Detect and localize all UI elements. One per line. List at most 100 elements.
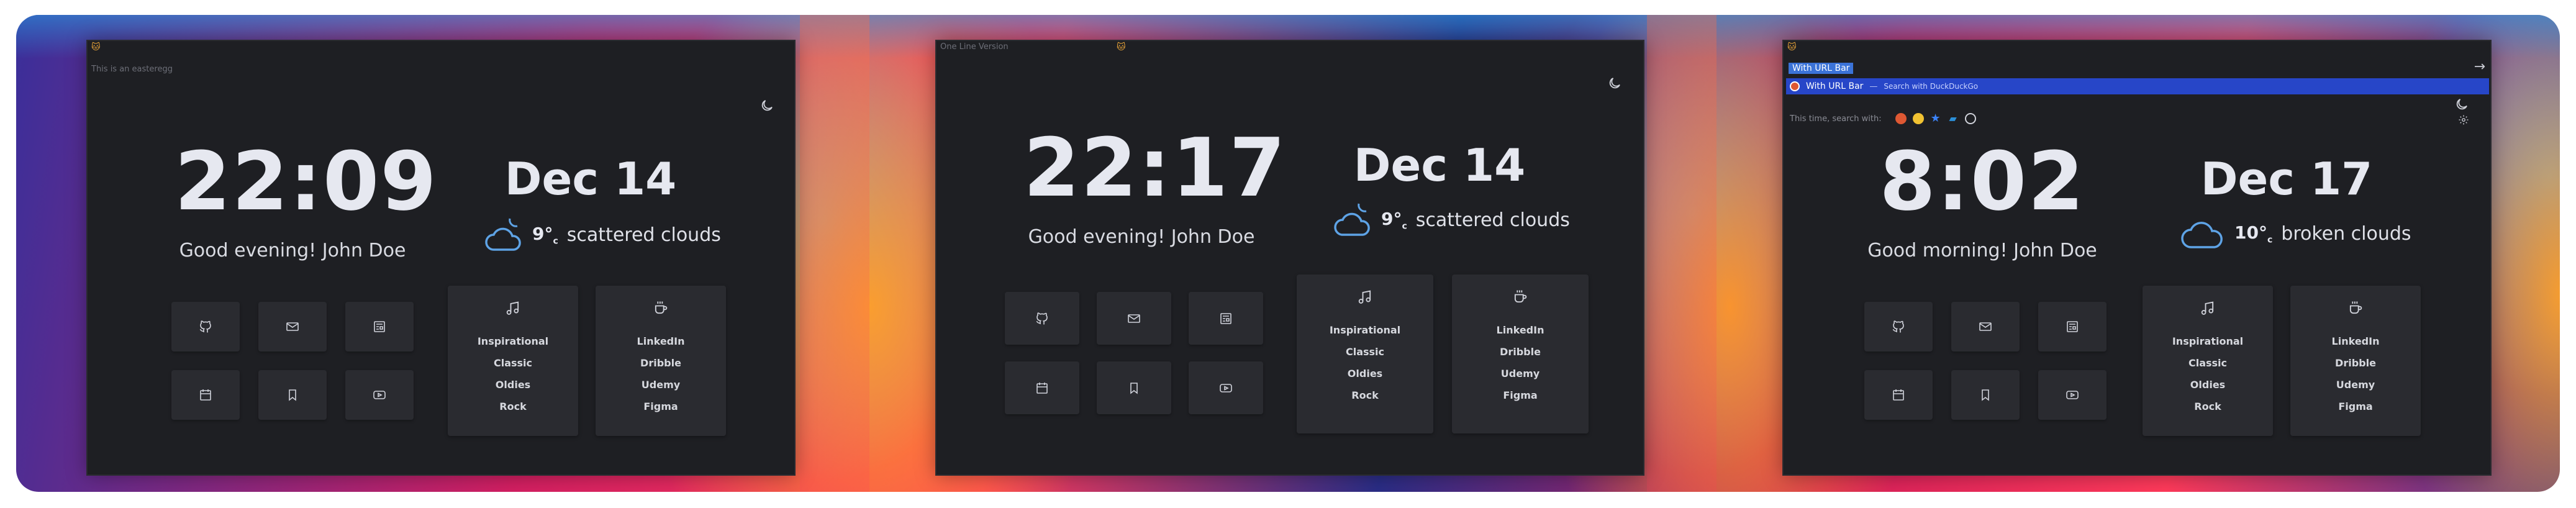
music-link-oldies[interactable]: Oldies xyxy=(2190,374,2225,396)
music-link-classic[interactable]: Classic xyxy=(1346,341,1384,363)
music-link-oldies[interactable]: Oldies xyxy=(1348,363,1382,384)
music-card[interactable]: Inspirational Classic Oldies Rock xyxy=(2143,286,2273,436)
greeting-text: Good morning! John Doe xyxy=(1867,240,2097,261)
shortcut-news[interactable] xyxy=(1189,292,1263,345)
cloud-icon xyxy=(2181,222,2223,248)
greeting-text: Good evening! John Doe xyxy=(1028,226,1255,248)
weather-description: scattered clouds xyxy=(566,224,721,246)
music-note-icon xyxy=(506,301,519,315)
music-link-rock[interactable]: Rock xyxy=(1351,384,1378,406)
link-dribble[interactable]: Dribble xyxy=(1500,341,1541,363)
github-icon xyxy=(1892,320,1904,333)
gear-icon[interactable] xyxy=(2458,114,2469,125)
coffee-cup-icon xyxy=(2349,301,2362,314)
music-link-inspirational[interactable]: Inspirational xyxy=(2172,330,2243,352)
youtube-icon xyxy=(373,391,386,399)
star-icon[interactable]: ★ xyxy=(1930,113,1941,124)
newtab-panel-2: One Line Version 🐱 22:17 Good evening! J… xyxy=(935,40,1644,476)
moon-icon[interactable] xyxy=(1607,76,1622,91)
cloud-moon-icon xyxy=(485,218,521,251)
shortcut-calendar[interactable] xyxy=(1005,361,1079,414)
shortcut-news[interactable] xyxy=(2038,302,2107,352)
link-dribble[interactable]: Dribble xyxy=(640,352,681,374)
shortcut-news[interactable] xyxy=(345,302,414,352)
shortcut-github[interactable] xyxy=(1864,302,1933,352)
music-note-icon xyxy=(1358,290,1371,304)
history-icon[interactable] xyxy=(1964,113,1976,124)
link-udemy[interactable]: Udemy xyxy=(1501,363,1540,384)
temperature: 9°c xyxy=(532,223,558,247)
music-link-inspirational[interactable]: Inspirational xyxy=(478,330,548,352)
link-linkedin[interactable]: LinkedIn xyxy=(637,330,685,352)
clock-time: 22:09 xyxy=(175,134,438,229)
music-card[interactable]: Inspirational Classic Oldies Rock xyxy=(1297,274,1433,433)
date-text: Dec 14 xyxy=(504,153,677,205)
link-figma[interactable]: Figma xyxy=(643,396,678,417)
music-link-classic[interactable]: Classic xyxy=(494,352,532,374)
google-icon[interactable] xyxy=(1912,113,1924,124)
shortcut-calendar[interactable] xyxy=(1864,370,1933,420)
link-linkedin[interactable]: LinkedIn xyxy=(2332,330,2380,352)
shortcut-github[interactable] xyxy=(171,302,240,352)
moon-icon[interactable] xyxy=(2454,97,2469,112)
shortcut-mail[interactable] xyxy=(258,302,327,352)
link-dribble[interactable]: Dribble xyxy=(2335,352,2376,374)
youtube-icon xyxy=(2066,391,2079,399)
calendar-icon xyxy=(1036,382,1048,394)
shortcut-mail[interactable] xyxy=(1951,302,2020,352)
music-link-oldies[interactable]: Oldies xyxy=(496,374,530,396)
link-figma[interactable]: Figma xyxy=(2338,396,2372,417)
bookmark-icon xyxy=(1982,389,1989,401)
shortcut-calendar[interactable] xyxy=(171,370,240,420)
youtube-icon xyxy=(1220,383,1232,392)
music-link-rock[interactable]: Rock xyxy=(2194,396,2221,417)
arrow-right-icon[interactable]: → xyxy=(2474,59,2485,75)
bookmark-icon[interactable]: ▰ xyxy=(1948,113,1959,124)
shortcut-youtube[interactable] xyxy=(345,370,414,420)
shortcut-mail[interactable] xyxy=(1097,292,1171,345)
suggestion-query: With URL Bar xyxy=(1806,81,1864,91)
clock-time: 22:17 xyxy=(1023,120,1287,215)
suggestion-separator: — xyxy=(1869,81,1878,91)
greeting-text: Good evening! John Doe xyxy=(179,240,406,261)
shortcut-youtube[interactable] xyxy=(2038,370,2107,420)
shortcut-bookmark[interactable] xyxy=(258,370,327,420)
music-link-inspirational[interactable]: Inspirational xyxy=(1330,319,1400,341)
links-card[interactable]: LinkedIn Dribble Udemy Figma xyxy=(1452,274,1589,433)
date-text: Dec 14 xyxy=(1353,139,1526,191)
one-line-placeholder: One Line Version xyxy=(940,42,1009,52)
moon-icon[interactable] xyxy=(760,98,774,113)
url-search-bar[interactable]: With URL Bar → xyxy=(1786,59,2489,77)
link-udemy[interactable]: Udemy xyxy=(642,374,680,396)
github-icon xyxy=(1036,312,1048,324)
github-icon xyxy=(199,320,211,333)
clock-time: 8:02 xyxy=(1879,134,2085,229)
date-text: Dec 17 xyxy=(2200,153,2373,205)
links-card[interactable]: LinkedIn Dribble Udemy Figma xyxy=(596,286,726,436)
weather-widget: 9°c scattered clouds xyxy=(485,216,721,253)
link-figma[interactable]: Figma xyxy=(1503,384,1537,406)
cat-icon: 🐱 xyxy=(1117,42,1126,52)
duckduckgo-icon[interactable] xyxy=(1895,113,1907,124)
link-udemy[interactable]: Udemy xyxy=(2336,374,2375,396)
link-linkedin[interactable]: LinkedIn xyxy=(1497,319,1544,341)
engines-label: This time, search with: xyxy=(1790,114,1882,124)
shortcut-bookmark[interactable] xyxy=(1951,370,2020,420)
shortcut-youtube[interactable] xyxy=(1189,361,1263,414)
search-suggestion[interactable]: With URL Bar — Search with DuckDuckGo xyxy=(1786,78,2489,94)
music-card[interactable]: Inspirational Classic Oldies Rock xyxy=(448,286,578,436)
shortcut-github[interactable] xyxy=(1005,292,1079,345)
shortcut-bookmark[interactable] xyxy=(1097,361,1171,414)
suggestion-hint: Search with DuckDuckGo xyxy=(1884,82,1979,91)
music-link-rock[interactable]: Rock xyxy=(499,396,526,417)
newtab-panel-1: 🐱 This is an easteregg 22:09 Good evenin… xyxy=(86,40,796,476)
links-card[interactable]: LinkedIn Dribble Udemy Figma xyxy=(2290,286,2421,436)
newtab-panel-3: 🐱 With URL Bar → With URL Bar — Search w… xyxy=(1782,40,2492,476)
music-link-classic[interactable]: Classic xyxy=(2188,352,2227,374)
search-input-value[interactable]: With URL Bar xyxy=(1789,63,1854,74)
coffee-cup-icon xyxy=(1514,290,1527,303)
temperature: 10°c xyxy=(2234,222,2273,245)
search-engine-switcher: This time, search with: ★ ▰ xyxy=(1790,113,1976,124)
wallpaper-divider xyxy=(1647,15,1717,492)
news-icon xyxy=(1220,312,1231,324)
